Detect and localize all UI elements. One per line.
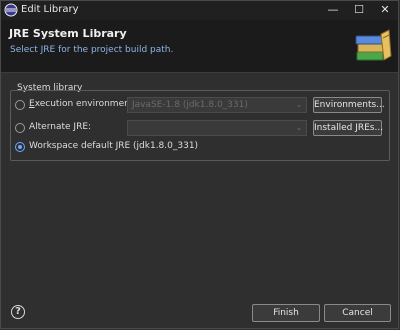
chevron-down-icon: ⌄ <box>295 123 303 132</box>
edit-library-dialog: Edit Library — ☐ ✕ JRE System Library Se… <box>0 0 399 329</box>
installed-jres-button[interactable]: Installed JREs... <box>313 120 383 136</box>
close-icon[interactable]: ✕ <box>372 1 398 20</box>
page-description: Select JRE for the project build path. <box>10 45 174 55</box>
eclipse-icon <box>4 3 18 17</box>
title-bar[interactable]: Edit Library — ☐ ✕ <box>1 1 398 20</box>
environments-button[interactable]: Environments... <box>313 97 385 113</box>
radio-label: Workspace default JRE (jdk1.8.0_331) <box>29 141 199 151</box>
radio-workspace-default-jre[interactable]: Workspace default JRE (jdk1.8.0_331) <box>15 139 199 155</box>
execution-environment-combo[interactable]: JavaSE-1.8 (jdk1.8.0_331) ⌄ <box>127 97 307 113</box>
radio-execution-environment[interactable]: Execution environment: <box>15 97 136 113</box>
maximize-icon[interactable]: ☐ <box>346 1 372 20</box>
radio-label: Alternate JRE: <box>29 122 92 132</box>
question-mark-icon[interactable]: ? <box>11 305 25 319</box>
radio-button[interactable] <box>15 123 25 133</box>
cancel-button[interactable]: Cancel <box>324 304 391 322</box>
dialog-header: JRE System Library Select JRE for the pr… <box>1 20 398 73</box>
radio-button[interactable] <box>15 100 25 110</box>
finish-button[interactable]: Finish <box>252 304 320 322</box>
window-title: Edit Library <box>21 4 79 15</box>
radio-alternate-jre[interactable]: Alternate JRE: <box>15 120 125 136</box>
minimize-icon[interactable]: — <box>320 1 346 20</box>
page-title: JRE System Library <box>9 27 127 40</box>
radio-button-selected[interactable] <box>15 142 25 152</box>
radio-label: Execution environment: <box>29 99 137 109</box>
alternate-jre-combo[interactable]: ⌄ <box>127 120 307 136</box>
combo-value: JavaSE-1.8 (jdk1.8.0_331) <box>132 100 248 110</box>
chevron-down-icon: ⌄ <box>295 100 303 109</box>
library-books-icon <box>355 29 392 61</box>
